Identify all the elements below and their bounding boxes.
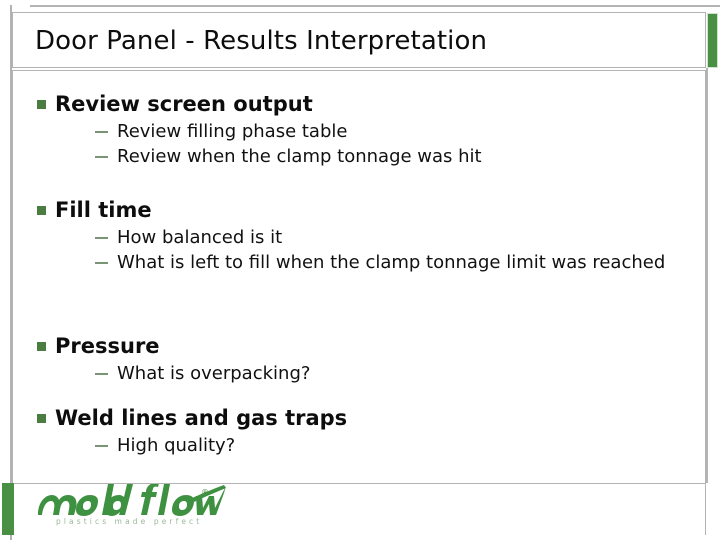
bullet-heading: Weld lines and gas traps High quality? bbox=[13, 403, 707, 458]
footer-accent-bar bbox=[2, 483, 14, 535]
bullet-list-level1: Review screen output Review filling phas… bbox=[13, 89, 707, 169]
section-weld-lines-and-gas-traps: Weld lines and gas traps High quality? bbox=[13, 403, 707, 458]
section-review-screen-output: Review screen output Review filling phas… bbox=[13, 89, 707, 169]
bullet-list-level1: Weld lines and gas traps High quality? bbox=[13, 403, 707, 458]
dash-bullet-icon bbox=[95, 262, 108, 264]
sub-bullet-label: High quality? bbox=[117, 435, 236, 456]
sub-bullet: Review when the clamp tonnage was hit bbox=[55, 144, 707, 169]
bullet-heading: Review screen output Review filling phas… bbox=[13, 89, 707, 169]
bullet-list-level2: How balanced is it What is left to fill … bbox=[55, 225, 707, 275]
sub-bullet-label: Review filling phase table bbox=[117, 121, 348, 142]
bullet-heading-label: Fill time bbox=[55, 198, 152, 222]
dash-bullet-icon bbox=[95, 131, 108, 133]
bullet-list-level2: What is overpacking? bbox=[55, 361, 707, 386]
dash-bullet-icon bbox=[95, 237, 108, 239]
moldflow-logo: ® plastics made perfect bbox=[38, 484, 228, 532]
bullet-list-level1: Pressure What is overpacking? bbox=[13, 331, 707, 386]
square-bullet-icon bbox=[37, 342, 46, 351]
dash-bullet-icon bbox=[95, 445, 108, 447]
dash-bullet-icon bbox=[95, 156, 108, 158]
page-title: Door Panel - Results Interpretation bbox=[35, 26, 488, 56]
sub-bullet: What is left to fill when the clamp tonn… bbox=[55, 250, 707, 275]
bullet-list-level2: High quality? bbox=[55, 433, 707, 458]
trademark-icon: ® bbox=[201, 488, 209, 497]
frame-line-top bbox=[30, 5, 720, 7]
sub-bullet: How balanced is it bbox=[55, 225, 707, 250]
sub-bullet: What is overpacking? bbox=[55, 361, 707, 386]
content-placeholder[interactable]: Review screen output Review filling phas… bbox=[12, 70, 706, 483]
dash-bullet-icon bbox=[95, 373, 108, 375]
bullet-list-level1: Fill time How balanced is it What is lef… bbox=[13, 195, 707, 275]
bullet-heading: Fill time How balanced is it What is lef… bbox=[13, 195, 707, 275]
square-bullet-icon bbox=[37, 206, 46, 215]
bullet-list-level2: Review filling phase table Review when t… bbox=[55, 119, 707, 169]
slide: Door Panel - Results Interpretation Revi… bbox=[0, 0, 720, 540]
logo-tagline: plastics made perfect bbox=[56, 517, 203, 526]
square-bullet-icon bbox=[37, 414, 46, 423]
sub-bullet-label: What is overpacking? bbox=[117, 363, 311, 384]
square-bullet-icon bbox=[37, 100, 46, 109]
bullet-heading: Pressure What is overpacking? bbox=[13, 331, 707, 386]
section-fill-time: Fill time How balanced is it What is lef… bbox=[13, 195, 707, 275]
section-pressure: Pressure What is overpacking? bbox=[13, 331, 707, 386]
bullet-heading-label: Pressure bbox=[55, 334, 160, 358]
sub-bullet-label: Review when the clamp tonnage was hit bbox=[117, 146, 482, 167]
bullet-heading-label: Review screen output bbox=[55, 92, 313, 116]
sub-bullet: High quality? bbox=[55, 433, 707, 458]
sub-bullet: Review filling phase table bbox=[55, 119, 707, 144]
bullet-heading-label: Weld lines and gas traps bbox=[55, 406, 348, 430]
title-accent-bar bbox=[707, 13, 718, 68]
title-placeholder[interactable]: Door Panel - Results Interpretation bbox=[12, 12, 706, 68]
sub-bullet-label: What is left to fill when the clamp tonn… bbox=[117, 252, 666, 273]
sub-bullet-label: How balanced is it bbox=[117, 227, 283, 248]
